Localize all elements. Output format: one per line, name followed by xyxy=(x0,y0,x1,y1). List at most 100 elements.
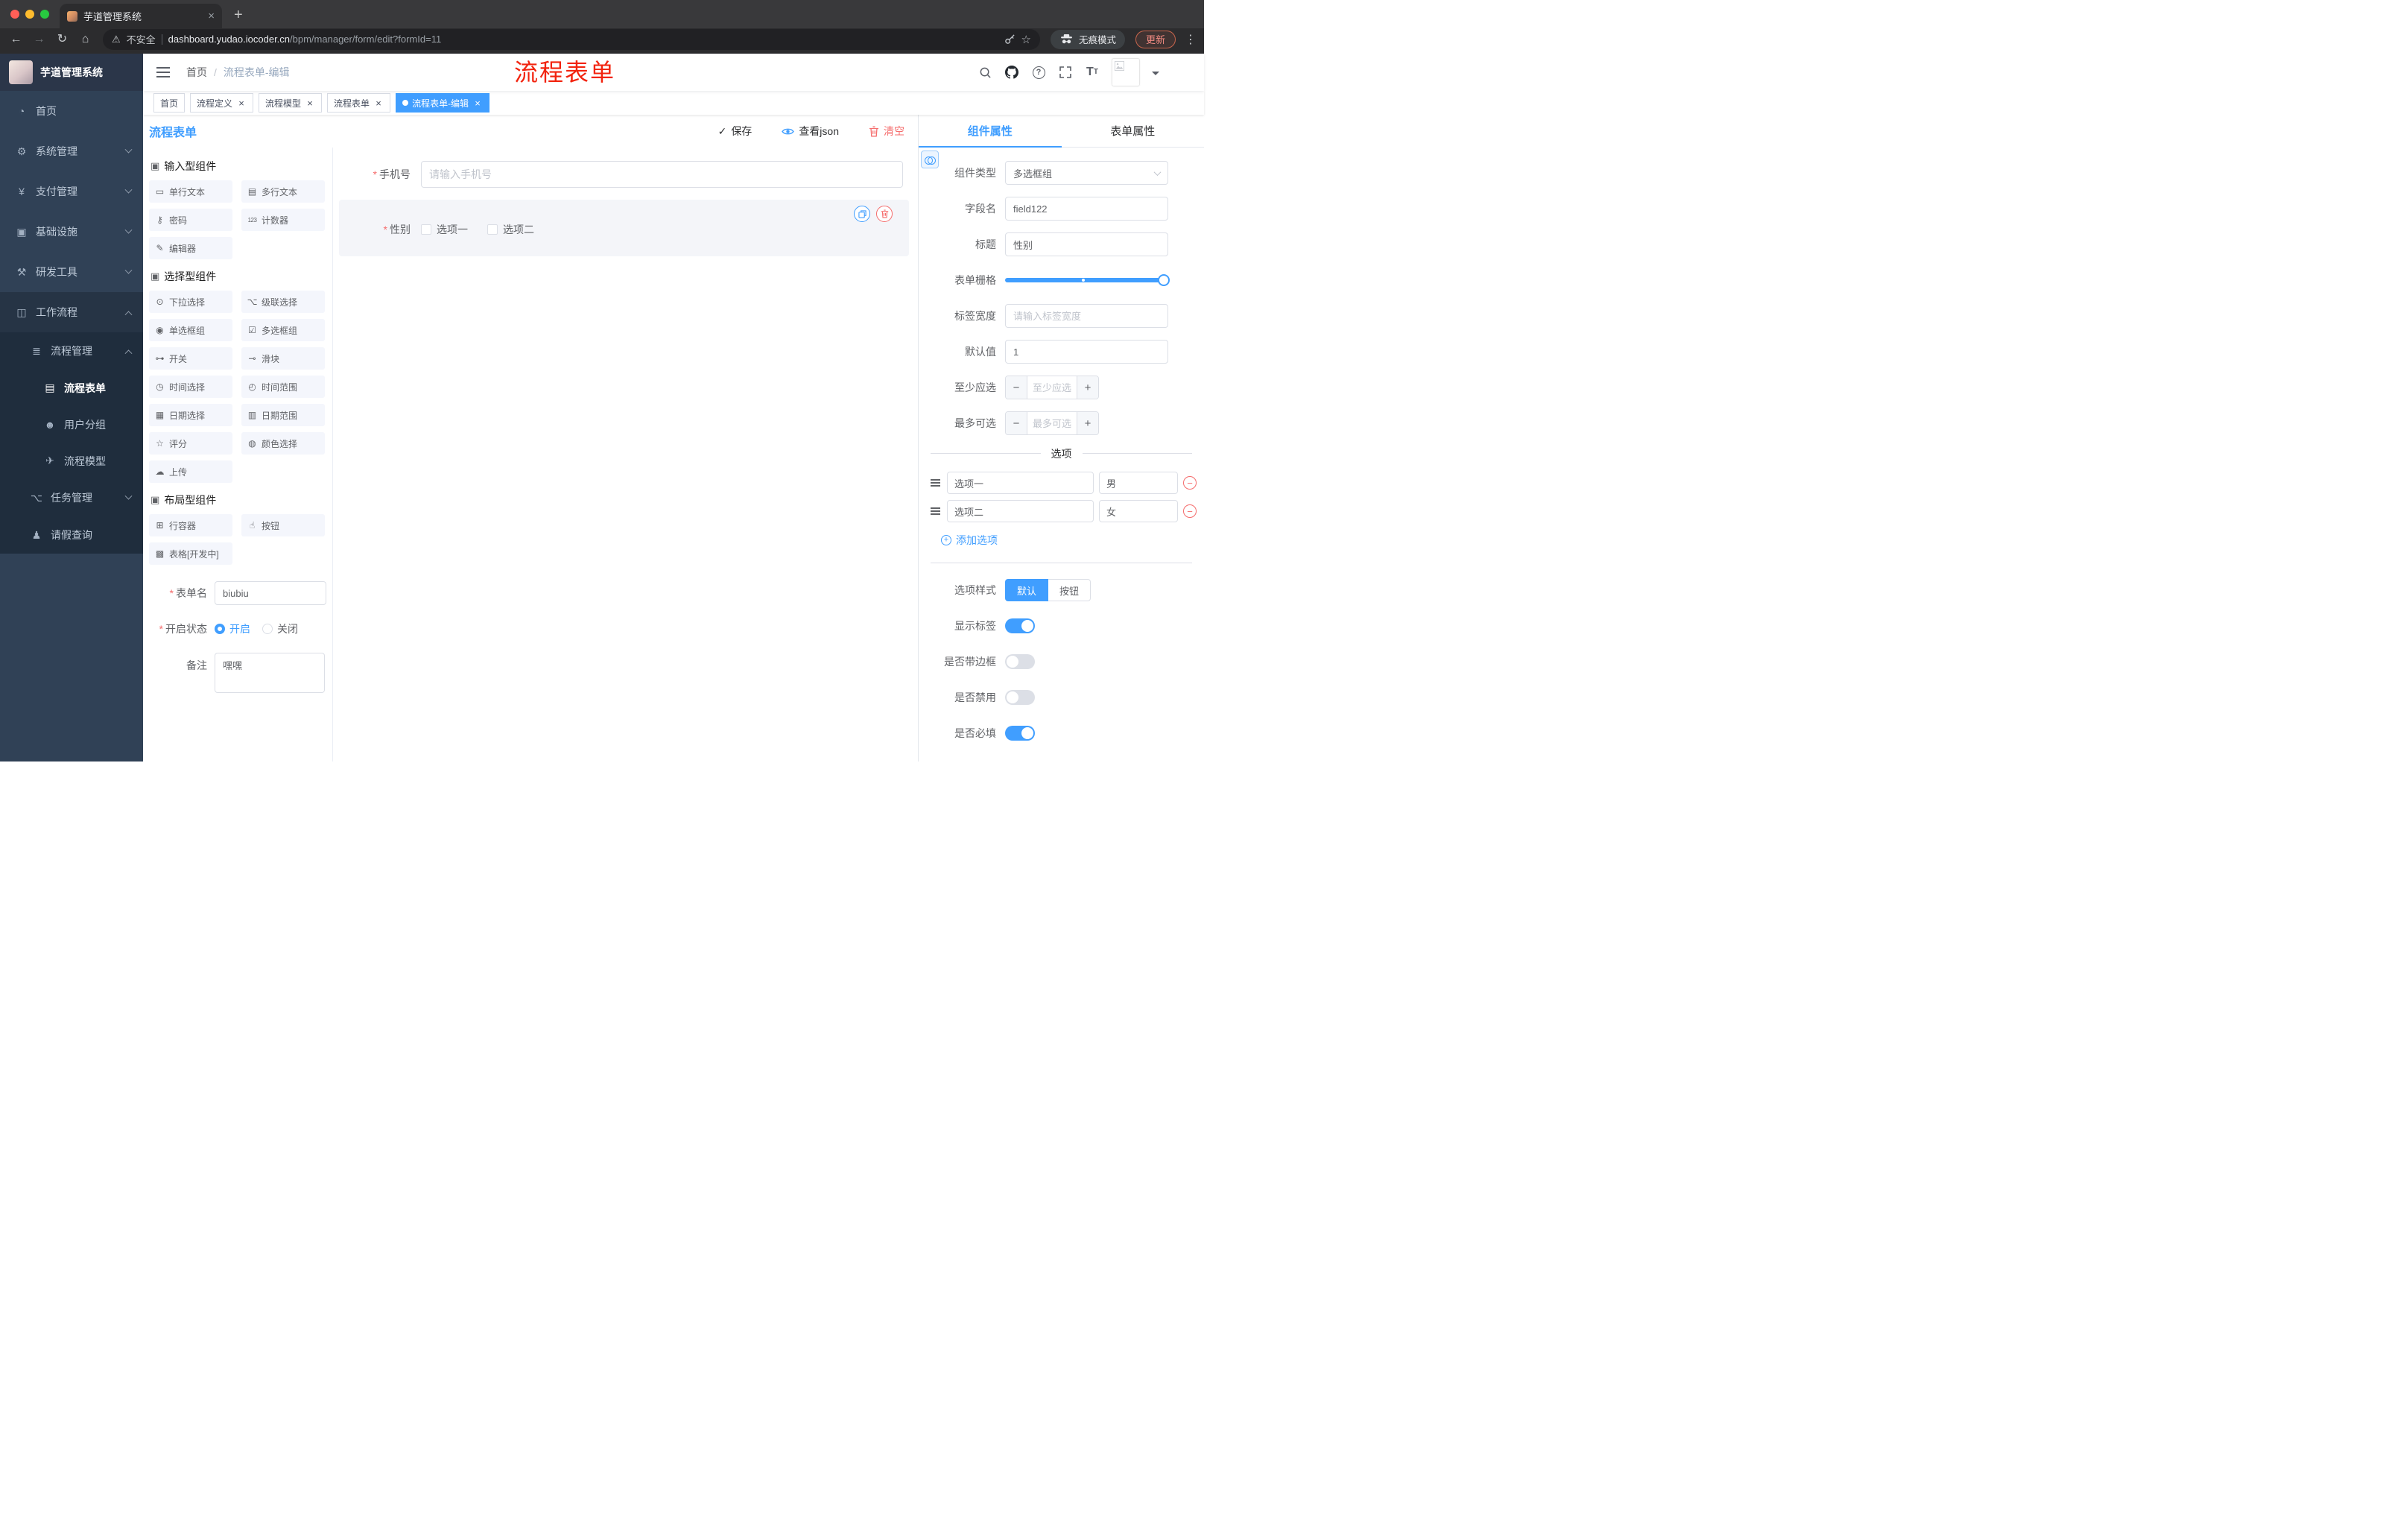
hamburger-icon[interactable] xyxy=(156,67,170,77)
sidebar-item-task-manage[interactable]: ⌥ 任务管理 xyxy=(0,479,143,516)
avatar-caret-icon[interactable] xyxy=(1152,72,1159,79)
default-value-input[interactable] xyxy=(1005,340,1168,364)
option-value-input[interactable] xyxy=(1099,500,1178,522)
sidebar-item-system[interactable]: ⚙ 系统管理 xyxy=(0,131,143,171)
remove-option-button[interactable]: − xyxy=(1183,476,1197,490)
component-table[interactable]: ▩ 表格[开发中] xyxy=(149,542,232,565)
option-value-input[interactable] xyxy=(1099,472,1178,494)
reload-button[interactable]: ↻ xyxy=(52,33,72,45)
add-option-button[interactable]: 添加选项 xyxy=(941,533,998,548)
gender-field-selected[interactable]: * 性别 选项一 选项二 xyxy=(339,200,909,256)
fullscreen-icon[interactable] xyxy=(1058,64,1073,80)
component-time-range[interactable]: ◴ 时间范围 xyxy=(241,376,325,398)
bookmark-star-icon[interactable]: ☆ xyxy=(1021,33,1031,46)
component-upload[interactable]: ☁ 上传 xyxy=(149,460,232,483)
browser-menu-icon[interactable]: ⋮ xyxy=(1185,32,1197,47)
sidebar-item-infrastructure[interactable]: ▣ 基础设施 xyxy=(0,212,143,252)
increase-button[interactable]: + xyxy=(1077,376,1098,399)
font-size-icon[interactable]: TT xyxy=(1085,64,1100,80)
component-date-picker[interactable]: ▦ 日期选择 xyxy=(149,404,232,426)
decrease-button[interactable]: − xyxy=(1006,376,1027,399)
sidebar-item-workflow[interactable]: ◫ 工作流程 xyxy=(0,292,143,332)
tag-2[interactable]: 流程模型 × xyxy=(259,93,323,113)
component-color-picker[interactable]: ◍ 颜色选择 xyxy=(241,432,325,455)
tag-close-icon[interactable]: × xyxy=(472,98,483,108)
remark-textarea[interactable]: 嘿嘿 xyxy=(215,653,325,693)
component-time-picker[interactable]: ◷ 时间选择 xyxy=(149,376,232,398)
grid-slider[interactable] xyxy=(1005,268,1170,292)
component-row-container[interactable]: ⊞ 行容器 xyxy=(149,514,232,536)
delete-component-button[interactable] xyxy=(876,206,893,222)
search-icon[interactable] xyxy=(978,64,992,80)
drag-handle-icon[interactable] xyxy=(931,479,940,487)
gender-option-1[interactable]: 选项二 xyxy=(487,222,534,237)
component-editor[interactable]: ✎ 编辑器 xyxy=(149,237,232,259)
status-radio-0[interactable]: 开启 xyxy=(215,621,250,636)
component-select[interactable]: ⊙ 下拉选择 xyxy=(149,291,232,313)
window-close-button[interactable] xyxy=(10,10,19,19)
tag-3[interactable]: 流程表单 × xyxy=(327,93,391,113)
sidebar-item-user-group[interactable]: ☻ 用户分组 xyxy=(0,406,143,443)
tab-close-icon[interactable]: × xyxy=(208,10,215,22)
view-json-button[interactable]: 查看json xyxy=(782,124,839,139)
component-date-range[interactable]: ▥ 日期范围 xyxy=(241,404,325,426)
save-button[interactable]: ✓ 保存 xyxy=(718,124,752,139)
drag-handle-icon[interactable] xyxy=(931,507,940,515)
back-button[interactable]: ← xyxy=(6,33,26,45)
field-name-input[interactable] xyxy=(1005,197,1168,221)
sidebar-item-dashboard[interactable]: ◔ 首页 xyxy=(0,91,143,131)
component-checkbox-group[interactable]: ☑ 多选框组 xyxy=(241,319,325,341)
option-label-input[interactable] xyxy=(947,472,1094,494)
sidebar-item-process-form[interactable]: ▤ 流程表单 xyxy=(0,370,143,406)
title-input[interactable] xyxy=(1005,232,1168,256)
component-type-select[interactable]: 多选框组 xyxy=(1005,161,1168,185)
option-style-button-1[interactable]: 按钮 xyxy=(1048,579,1091,601)
forward-button[interactable]: → xyxy=(29,33,49,45)
github-icon[interactable] xyxy=(1004,64,1019,80)
link-button[interactable] xyxy=(921,151,939,168)
help-icon[interactable]: ? xyxy=(1031,64,1046,80)
tab-component-props[interactable]: 组件属性 xyxy=(919,115,1062,148)
form-name-input[interactable] xyxy=(215,581,326,605)
toggle-switch[interactable] xyxy=(1005,726,1035,741)
max-select-input[interactable] xyxy=(1027,412,1077,434)
sidebar-item-process-manage[interactable]: ≣ 流程管理 xyxy=(0,332,143,370)
tag-0[interactable]: 首页 xyxy=(153,93,186,113)
component-slider[interactable]: ⊸ 滑块 xyxy=(241,347,325,370)
tag-4[interactable]: 流程表单-编辑 × xyxy=(396,93,490,113)
component-multi-line-text[interactable]: ▤ 多行文本 xyxy=(241,180,325,203)
sidebar-item-payment[interactable]: ¥ 支付管理 xyxy=(0,171,143,212)
app-logo[interactable]: 芋道管理系统 xyxy=(0,54,143,91)
toggle-switch[interactable] xyxy=(1005,618,1035,633)
toggle-switch[interactable] xyxy=(1005,654,1035,669)
component-button[interactable]: ☝ 按钮 xyxy=(241,514,325,536)
browser-tab[interactable]: 芋道管理系统 × xyxy=(60,4,222,28)
component-cascader[interactable]: ⌥ 级联选择 xyxy=(241,291,325,313)
phone-field[interactable]: * 手机号 xyxy=(339,159,909,189)
sidebar-item-dev-tools[interactable]: ⚒ 研发工具 xyxy=(0,252,143,292)
new-tab-button[interactable]: + xyxy=(234,7,243,22)
phone-input[interactable] xyxy=(421,161,903,188)
tab-form-props[interactable]: 表单属性 xyxy=(1062,115,1205,147)
remove-option-button[interactable]: − xyxy=(1183,504,1197,518)
gender-option-0[interactable]: 选项一 xyxy=(421,222,468,237)
tag-close-icon[interactable]: × xyxy=(373,98,384,108)
address-bar[interactable]: ⚠ 不安全 dashboard.yudao.iocoder.cn/bpm/man… xyxy=(103,28,1040,50)
toggle-switch[interactable] xyxy=(1005,690,1035,705)
sidebar-item-process-model[interactable]: ✈ 流程模型 xyxy=(0,443,143,479)
slider-handle[interactable] xyxy=(1158,274,1170,286)
component-switch[interactable]: ⊶ 开关 xyxy=(149,347,232,370)
component-rate[interactable]: ☆ 评分 xyxy=(149,432,232,455)
component-single-line-text[interactable]: ▭ 单行文本 xyxy=(149,180,232,203)
home-button[interactable]: ⌂ xyxy=(75,33,95,45)
update-button[interactable]: 更新 xyxy=(1135,30,1176,48)
tag-close-icon[interactable]: × xyxy=(236,98,247,108)
status-radio-1[interactable]: 关闭 xyxy=(262,621,298,636)
tag-1[interactable]: 流程定义 × xyxy=(190,93,254,113)
sidebar-item-leave-query[interactable]: ♟ 请假查询 xyxy=(0,516,143,554)
avatar[interactable] xyxy=(1112,58,1140,86)
breadcrumb-home[interactable]: 首页 xyxy=(186,65,207,80)
component-password[interactable]: ⚷ 密码 xyxy=(149,209,232,231)
decrease-button[interactable]: − xyxy=(1006,412,1027,434)
component-counter[interactable]: 123 计数器 xyxy=(241,209,325,231)
